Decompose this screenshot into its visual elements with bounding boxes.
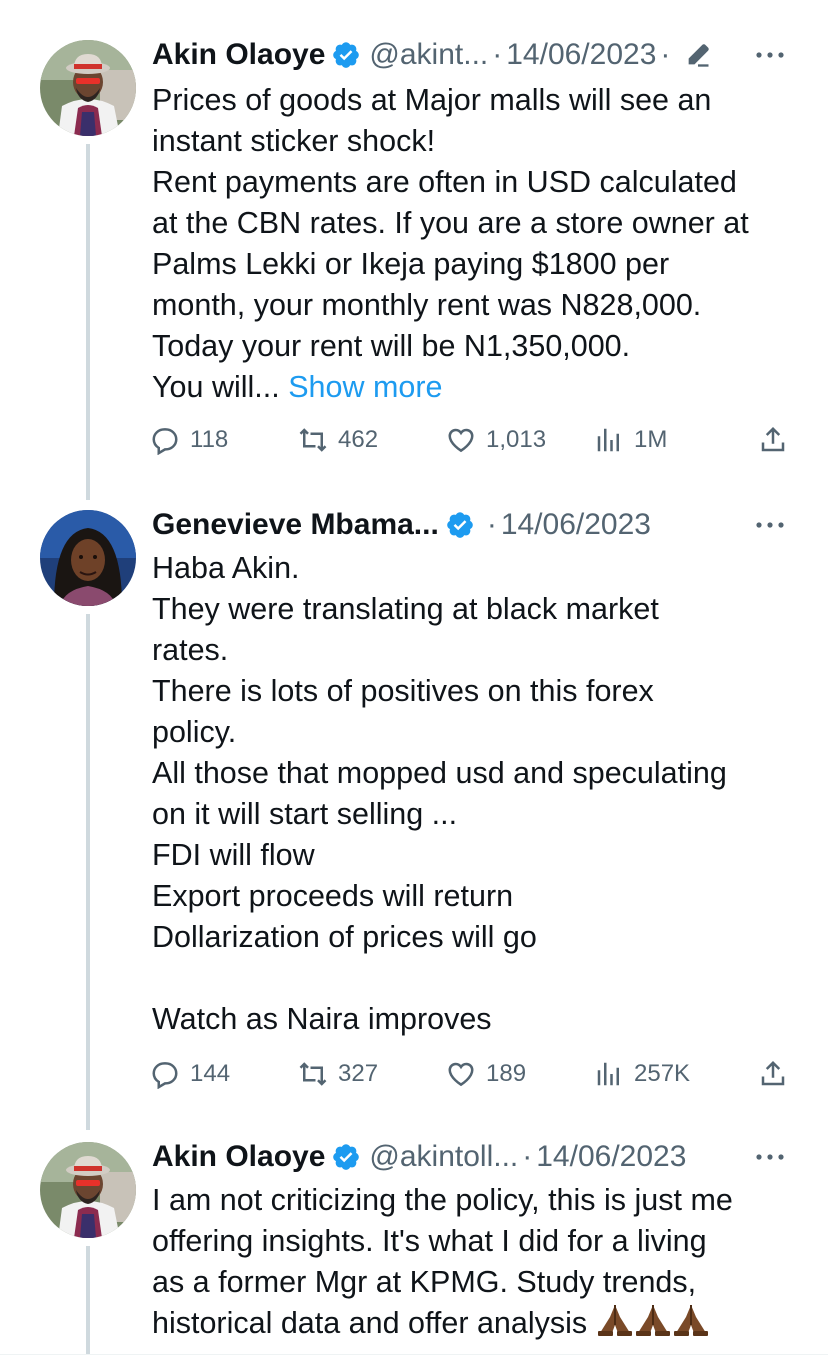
heart-icon xyxy=(448,1062,474,1087)
tweet-text: I am not criticizing the policy, this is… xyxy=(152,1180,788,1348)
tweet-date[interactable]: 14/06/2023 xyxy=(536,1137,686,1177)
share-icon[interactable] xyxy=(758,424,788,456)
author-name[interactable]: Akin Olaoye xyxy=(152,1137,325,1177)
author-handle[interactable]: @akint... xyxy=(369,35,488,75)
show-more-link[interactable]: Show more xyxy=(288,370,442,404)
separator-dot: · xyxy=(660,38,671,71)
tweet[interactable]: Genevieve Mbama... · 14/06/2023 Haba Aki… xyxy=(0,500,828,1130)
retweet-icon xyxy=(299,428,327,452)
avatar[interactable] xyxy=(40,40,136,136)
retweet-button[interactable]: 462 xyxy=(298,420,378,460)
views-icon xyxy=(597,1062,619,1086)
share-icon[interactable] xyxy=(758,1058,788,1090)
like-count: 189 xyxy=(486,1060,527,1087)
folded-hands-emoji xyxy=(634,1303,672,1348)
tweet-header: Akin Olaoye @akint... · 14/06/2023 · xyxy=(152,32,788,78)
avatar[interactable] xyxy=(40,510,136,606)
separator-dot: · xyxy=(486,508,497,541)
views-button[interactable]: 1M xyxy=(594,420,667,460)
folded-hands-emoji xyxy=(672,1303,710,1348)
tweet[interactable]: Akin Olaoye @akint... · 14/06/2023 · Pri… xyxy=(0,0,828,500)
retweet-count: 462 xyxy=(338,426,379,453)
separator-dot: · xyxy=(522,1140,533,1173)
separator-dot: · xyxy=(492,38,503,71)
tweet-actions: 144 327 189 257K xyxy=(150,1054,788,1094)
like-button[interactable]: 1,013 xyxy=(446,420,546,460)
tweet-actions: 118 462 1,013 1M xyxy=(150,420,788,460)
reply-icon xyxy=(152,1062,178,1089)
more-icon[interactable] xyxy=(752,1144,788,1170)
avatar[interactable] xyxy=(40,1142,136,1238)
tweet[interactable]: Akin Olaoye @akintoll... · 14/06/2023 I … xyxy=(0,1130,828,1355)
tweet-text: Haba Akin. They were translating at blac… xyxy=(152,551,727,1036)
views-count: 1M xyxy=(634,426,668,453)
more-icon[interactable] xyxy=(752,42,788,68)
thread-line xyxy=(86,1246,90,1355)
tweet-date[interactable]: 14/06/2023 xyxy=(501,505,651,545)
reply-button[interactable]: 144 xyxy=(150,1054,230,1094)
verified-badge-icon xyxy=(333,42,360,68)
tweet-date[interactable]: 14/06/2023 xyxy=(506,35,656,75)
views-count: 257K xyxy=(634,1060,691,1087)
more-icon[interactable] xyxy=(752,512,788,538)
edit-pencil-icon[interactable] xyxy=(684,41,712,69)
author-handle[interactable]: @akintoll... xyxy=(369,1137,518,1177)
retweet-count: 327 xyxy=(338,1060,379,1087)
reply-count: 144 xyxy=(190,1060,231,1087)
views-button[interactable]: 257K xyxy=(594,1054,690,1094)
thread-line xyxy=(86,144,90,500)
tweet-header: Akin Olaoye @akintoll... · 14/06/2023 xyxy=(152,1134,788,1180)
verified-badge-icon xyxy=(447,512,473,538)
heart-icon xyxy=(448,428,474,453)
retweet-button[interactable]: 327 xyxy=(298,1054,378,1094)
views-icon xyxy=(597,428,619,452)
like-count: 1,013 xyxy=(486,426,547,453)
author-name[interactable]: Genevieve Mbama... xyxy=(152,505,439,545)
reply-button[interactable]: 118 xyxy=(150,420,228,460)
folded-hands-emoji xyxy=(596,1303,634,1348)
author-name[interactable]: Akin Olaoye xyxy=(152,35,325,75)
tweet-text: Prices of goods at Major malls will see … xyxy=(152,80,788,408)
reply-count: 118 xyxy=(190,426,229,453)
like-button[interactable]: 189 xyxy=(446,1054,526,1094)
tweet-body: Prices of goods at Major malls will see … xyxy=(152,83,749,404)
thread-line xyxy=(86,614,90,1130)
reply-icon xyxy=(152,428,178,455)
verified-badge-icon xyxy=(333,1144,360,1170)
retweet-icon xyxy=(299,1062,327,1086)
tweet-header: Genevieve Mbama... · 14/06/2023 xyxy=(152,502,788,548)
